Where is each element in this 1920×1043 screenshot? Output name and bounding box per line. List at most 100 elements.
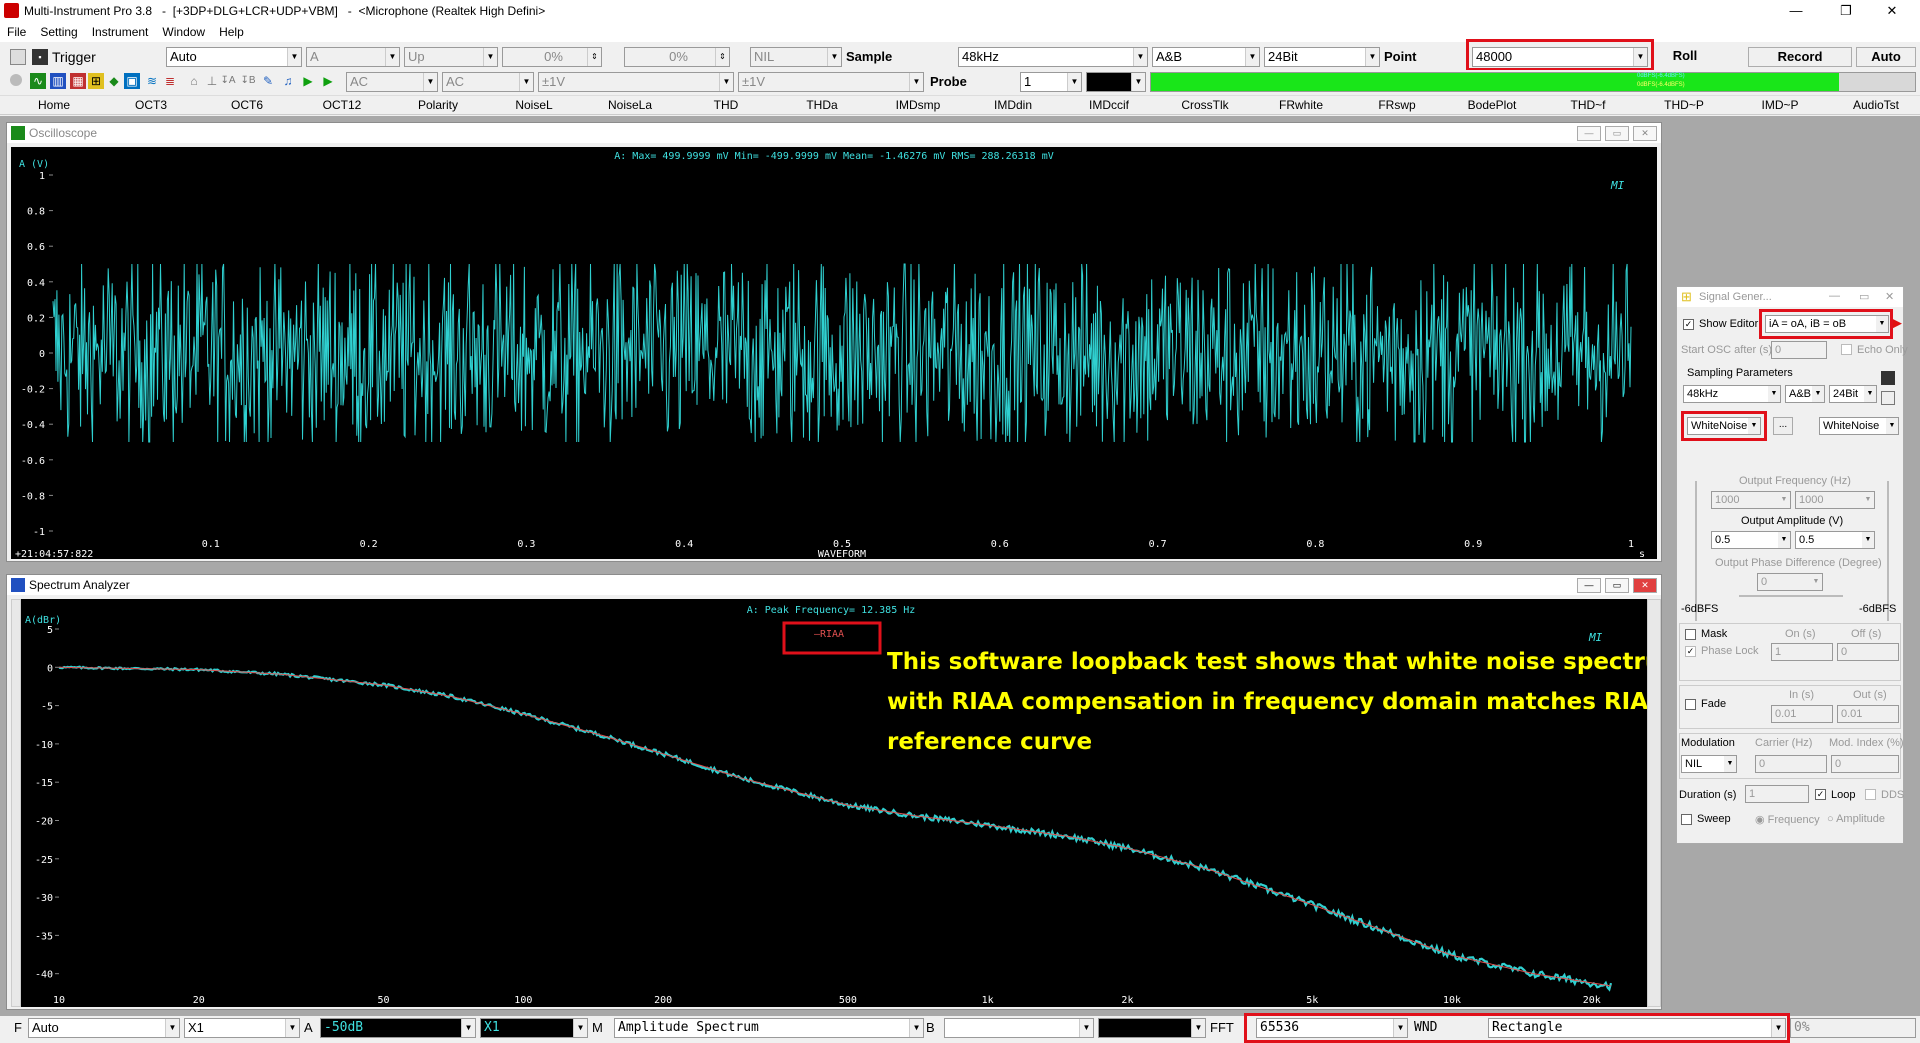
ddp-icon[interactable]: ▣ xyxy=(124,73,140,89)
oscilloscope-minimize-button[interactable]: — xyxy=(1577,126,1601,141)
waveform-b-select[interactable]: WhiteNoise ▼ xyxy=(1819,417,1899,435)
start-osc-input[interactable]: 0 xyxy=(1771,341,1827,359)
spectrogram-icon[interactable]: ▦ xyxy=(70,73,86,89)
frequency-a-input[interactable]: 1000 ▼ xyxy=(1711,491,1791,509)
nav-home[interactable]: Home xyxy=(38,98,70,112)
probe-select[interactable]: 1 ▼ xyxy=(1020,72,1082,92)
nav-noisel[interactable]: NoiseL xyxy=(515,98,552,112)
meter-icon[interactable]: ⌂ xyxy=(186,73,202,89)
expression-select[interactable]: iA = oA, iB = oB ▼ xyxy=(1765,315,1889,333)
show-editor-checkbox[interactable]: ✓ xyxy=(1683,319,1694,330)
nav-thd-f[interactable]: THD~f xyxy=(1570,98,1605,112)
overlap-spin[interactable]: 0% xyxy=(1790,1018,1916,1038)
amplitude-a-input[interactable]: 0.5 ▼ xyxy=(1711,531,1791,549)
spectrum-plot[interactable]: A: Peak Frequency= 12.385 Hz —RIAA A(dBr) 5… xyxy=(21,599,1647,1007)
nav-imddin[interactable]: IMDdin xyxy=(994,98,1032,112)
siggen-list-icon[interactable] xyxy=(1881,391,1895,405)
siggen-maximize-button[interactable]: ▭ xyxy=(1859,290,1869,303)
menu-file[interactable]: File xyxy=(0,22,33,39)
maximize-button[interactable]: ❐ xyxy=(1826,2,1866,20)
nav-crosstlk[interactable]: CrossTlk xyxy=(1181,98,1228,112)
roll-button[interactable]: Roll xyxy=(1656,47,1714,67)
nav-thd[interactable]: THD xyxy=(714,98,739,112)
color-select[interactable]: ▼ xyxy=(1086,72,1146,92)
fade-out-input[interactable]: 0.01 xyxy=(1837,705,1899,723)
oscilloscope-maximize-button[interactable]: ▭ xyxy=(1605,126,1629,141)
phase-input[interactable]: 0 ▼ xyxy=(1757,573,1823,591)
record-button[interactable]: Record xyxy=(1748,47,1852,67)
waveform-a-select[interactable]: WhiteNoise ▼ xyxy=(1687,417,1761,435)
nav-thd-p[interactable]: THD~P xyxy=(1664,98,1704,112)
menu-instrument[interactable]: Instrument xyxy=(85,22,156,39)
trigger-mode-select[interactable]: Auto ▼ xyxy=(166,47,302,67)
channels-select[interactable]: A&B ▼ xyxy=(1152,47,1260,67)
amplitude-b-input[interactable]: 0.5 ▼ xyxy=(1795,531,1875,549)
loop-checkbox[interactable]: ✓ xyxy=(1815,789,1826,800)
duration-input[interactable]: 1 xyxy=(1745,785,1809,803)
x1-b-select[interactable]: X1 ▼ xyxy=(480,1018,588,1038)
siggen-save-icon[interactable] xyxy=(1881,371,1895,385)
trigger-level-spin[interactable]: 0% ⇕ xyxy=(502,47,602,67)
oscilloscope-close-button[interactable]: ✕ xyxy=(1633,126,1657,141)
slider-track-a[interactable] xyxy=(1695,481,1697,621)
mod-index-input[interactable]: 0 xyxy=(1831,755,1899,773)
spectrum-right-scrollbar[interactable] xyxy=(1647,599,1661,1007)
fade-checkbox[interactable] xyxy=(1685,699,1696,710)
nav-thda[interactable]: THDa xyxy=(806,98,837,112)
points-select[interactable]: 48000 ▼ xyxy=(1472,47,1648,67)
close-button[interactable]: ✕ xyxy=(1872,2,1912,20)
siggen-channels-select[interactable]: A&B ▼ xyxy=(1785,385,1825,403)
frequency-b-input[interactable]: 1000 ▼ xyxy=(1795,491,1875,509)
a-db-select[interactable]: -50dB ▼ xyxy=(320,1018,476,1038)
nav-oct6[interactable]: OCT6 xyxy=(231,98,263,112)
bits-select[interactable]: 24Bit ▼ xyxy=(1264,47,1380,67)
phase-slider[interactable] xyxy=(1739,595,1843,597)
coupling-b-select[interactable]: AC ▼ xyxy=(442,72,534,92)
fft-size-select[interactable]: 65536 ▼ xyxy=(1256,1018,1408,1038)
nav-oct3[interactable]: OCT3 xyxy=(135,98,167,112)
siggen-rate-select[interactable]: 48kHz ▼ xyxy=(1683,385,1781,403)
nav-frwhite[interactable]: FRwhite xyxy=(1279,98,1323,112)
x1-a-select[interactable]: X1 ▼ xyxy=(184,1018,300,1038)
siggen-minimize-button[interactable]: — xyxy=(1829,290,1840,302)
window-function-select[interactable]: Rectangle ▼ xyxy=(1488,1018,1786,1038)
minimize-button[interactable]: — xyxy=(1776,2,1816,20)
phase-plot-icon[interactable]: ⊞ xyxy=(88,73,104,89)
carrier-input[interactable]: 0 xyxy=(1755,755,1827,773)
spectrum-minimize-button[interactable]: — xyxy=(1577,578,1601,593)
sweep-frequency-radio[interactable]: ◉ Frequency xyxy=(1755,813,1820,826)
sweep-checkbox[interactable] xyxy=(1681,814,1692,825)
nav-noisela[interactable]: NoiseLa xyxy=(608,98,652,112)
nav-audiotst[interactable]: AudioTst xyxy=(1853,98,1899,112)
save-icon[interactable]: ▪ xyxy=(32,49,48,65)
mask-off-input[interactable]: 0 xyxy=(1837,643,1899,661)
nav-bodeplot[interactable]: BodePlot xyxy=(1468,98,1517,112)
run-generator-icon[interactable]: ▶ xyxy=(1892,315,1902,331)
record-dot-icon[interactable] xyxy=(10,74,22,86)
trigger-edge-select[interactable]: Up ▼ xyxy=(404,47,498,67)
mask-checkbox[interactable] xyxy=(1685,629,1696,640)
trigger-delay-spin[interactable]: 0% ⇕ xyxy=(624,47,730,67)
sweep-amplitude-radio[interactable]: ○ Amplitude xyxy=(1827,813,1885,825)
fade-in-input[interactable]: 0.01 xyxy=(1771,705,1833,723)
spectrum-close-button[interactable]: ✕ xyxy=(1633,578,1657,593)
channel-b-icon[interactable]: ↧B xyxy=(240,73,256,89)
echo-only-checkbox[interactable] xyxy=(1841,344,1852,355)
b-mode-select[interactable]: ▼ xyxy=(944,1018,1094,1038)
rta-icon[interactable]: ◆ xyxy=(106,73,122,89)
channel-a-icon[interactable]: ↧A xyxy=(220,73,236,89)
play-icon[interactable]: ▶ xyxy=(300,73,316,89)
menu-setting[interactable]: Setting xyxy=(33,22,84,39)
siggen-close-button[interactable]: ✕ xyxy=(1885,290,1894,303)
nav-polarity[interactable]: Polarity xyxy=(418,98,458,112)
f-mode-select[interactable]: Auto ▼ xyxy=(28,1018,180,1038)
speaker-icon[interactable]: ♫ xyxy=(280,73,296,89)
data-logger-icon[interactable]: ≣ xyxy=(162,73,178,89)
m-mode-select[interactable]: Amplitude Spectrum ▼ xyxy=(614,1018,924,1038)
siggen-bits-select[interactable]: 24Bit ▼ xyxy=(1829,385,1877,403)
phase-lock-checkbox[interactable]: ✓ xyxy=(1685,646,1696,657)
spectrum-maximize-button[interactable]: ▭ xyxy=(1605,578,1629,593)
sample-rate-select[interactable]: 48kHz ▼ xyxy=(958,47,1148,67)
mask-on-input[interactable]: 1 xyxy=(1771,643,1833,661)
menu-window[interactable]: Window xyxy=(155,22,212,39)
